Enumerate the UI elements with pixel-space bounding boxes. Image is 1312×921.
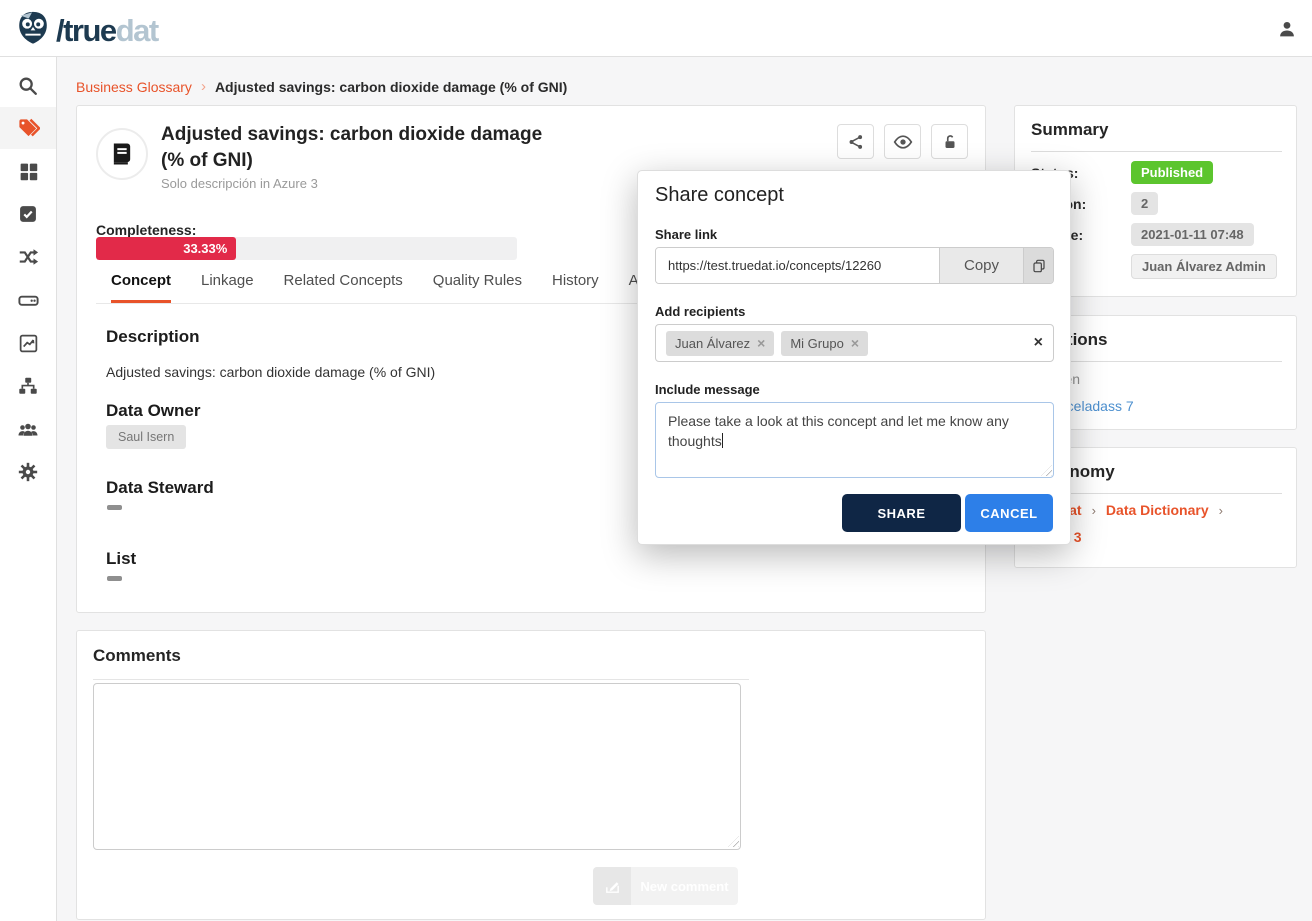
last-user-badge: Juan Álvarez Admin xyxy=(1131,254,1277,279)
taxonomy-separator: › xyxy=(1092,503,1096,518)
new-comment-label: New comment xyxy=(631,867,738,905)
breadcrumb-separator: › xyxy=(201,78,206,95)
breadcrumb-current: Adjusted savings: carbon dioxide damage … xyxy=(215,79,567,95)
nav-glossary-tag-icon[interactable] xyxy=(0,107,56,149)
left-nav-sidebar xyxy=(0,57,57,921)
status-badge: Published xyxy=(1131,161,1213,184)
tab-concept[interactable]: Concept xyxy=(111,272,171,303)
data-steward-heading: Data Steward xyxy=(106,478,214,498)
data-owner-value: Saul Isern xyxy=(106,425,186,449)
nav-storage-drive-icon[interactable] xyxy=(0,279,56,321)
completeness-value: 33.33% xyxy=(183,241,227,256)
copy-button[interactable]: Copy xyxy=(939,248,1023,283)
top-header: /truedat xyxy=(0,0,1312,57)
recipients-input[interactable]: Juan Álvarez × Mi Grupo × × xyxy=(655,324,1054,362)
nav-grid-icon[interactable] xyxy=(0,150,56,192)
description-text: Adjusted savings: carbon dioxide damage … xyxy=(106,364,435,380)
copy-icon[interactable] xyxy=(1023,248,1053,283)
list-empty-dash xyxy=(107,576,122,581)
summary-heading: Summary xyxy=(1031,120,1282,152)
recipient-chip: Mi Grupo × xyxy=(781,331,868,356)
remove-recipient-icon[interactable]: × xyxy=(851,338,859,348)
recipient-name: Juan Álvarez xyxy=(675,336,750,351)
truedat-logo[interactable]: /truedat xyxy=(14,9,158,52)
wordmark-light: dat xyxy=(116,13,158,48)
share-link-input[interactable] xyxy=(656,248,939,283)
completeness-fill: 33.33% xyxy=(96,237,236,260)
data-owner-heading: Data Owner xyxy=(106,401,200,421)
include-message-label: Include message xyxy=(655,382,760,397)
completeness-bar: 33.33% xyxy=(96,237,517,260)
share-link-label: Share link xyxy=(655,227,717,242)
tab-history[interactable]: History xyxy=(552,272,599,303)
concept-subtitle: Solo descripción in Azure 3 xyxy=(161,176,318,191)
nav-users-icon[interactable] xyxy=(0,408,56,450)
recipient-name: Mi Grupo xyxy=(790,336,843,351)
concept-type-icon xyxy=(96,128,148,180)
concept-title: Adjusted savings: carbon dioxide damage … xyxy=(161,122,561,173)
watch-concept-button[interactable] xyxy=(884,124,921,159)
version-badge: 2 xyxy=(1131,192,1158,215)
comments-heading: Comments xyxy=(93,646,749,680)
nav-chart-icon[interactable] xyxy=(0,322,56,364)
nav-shuffle-icon[interactable] xyxy=(0,236,56,278)
new-comment-button[interactable]: New comment xyxy=(593,867,738,905)
data-steward-empty-dash xyxy=(107,505,122,510)
add-recipients-label: Add recipients xyxy=(655,304,745,319)
share-concept-modal: Share concept Share link Copy Add recipi… xyxy=(637,170,1071,545)
tab-quality-rules[interactable]: Quality Rules xyxy=(433,272,522,303)
cancel-button[interactable]: CANCEL xyxy=(965,494,1053,532)
list-heading: List xyxy=(106,549,136,569)
breadcrumb: Business Glossary › Adjusted savings: ca… xyxy=(76,78,567,95)
share-link-group: Copy xyxy=(655,247,1054,284)
taxonomy-separator: › xyxy=(1219,503,1223,518)
comments-card: Comments New comment xyxy=(76,630,986,920)
completeness-label: Completeness: xyxy=(96,222,196,238)
text-caret xyxy=(722,433,723,448)
share-concept-button[interactable] xyxy=(837,124,874,159)
taxonomy-item-data-dictionary[interactable]: Data Dictionary xyxy=(1106,502,1209,518)
unlock-concept-button[interactable] xyxy=(931,124,968,159)
update-date-badge: 2021-01-11 07:48 xyxy=(1131,223,1254,246)
owl-logo-icon xyxy=(14,9,52,52)
comment-textarea[interactable] xyxy=(93,683,741,850)
user-account-icon[interactable] xyxy=(1276,18,1298,45)
wordmark-dark: /true xyxy=(56,13,116,48)
edit-pencil-icon xyxy=(593,867,631,905)
description-heading: Description xyxy=(106,327,200,347)
tab-linkage[interactable]: Linkage xyxy=(201,272,254,303)
tab-related-concepts[interactable]: Related Concepts xyxy=(284,272,403,303)
recipient-chip: Juan Álvarez × xyxy=(666,331,774,356)
nav-tasks-check-icon[interactable] xyxy=(0,193,56,235)
share-submit-button[interactable]: SHARE xyxy=(842,494,961,532)
clear-recipients-icon[interactable]: × xyxy=(1034,334,1043,352)
nav-settings-gear-icon[interactable] xyxy=(0,451,56,493)
message-textarea[interactable]: Please take a look at this concept and l… xyxy=(655,402,1054,478)
nav-hierarchy-icon[interactable] xyxy=(0,365,56,407)
remove-recipient-icon[interactable]: × xyxy=(757,338,765,348)
breadcrumb-glossary-link[interactable]: Business Glossary xyxy=(76,79,192,95)
modal-title: Share concept xyxy=(655,184,784,207)
nav-search-icon[interactable] xyxy=(0,65,56,107)
